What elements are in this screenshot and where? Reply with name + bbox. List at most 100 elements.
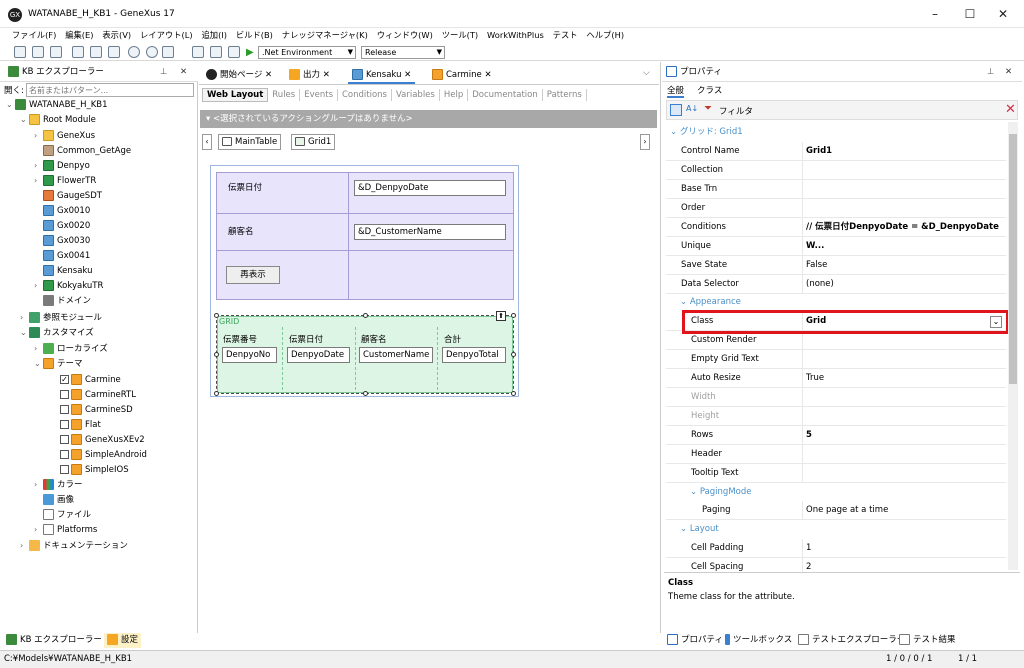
cut-icon[interactable] (72, 46, 84, 58)
resize-handle[interactable] (214, 313, 219, 318)
subtab-variables[interactable]: Variables (392, 89, 440, 101)
checkbox-icon[interactable] (60, 405, 69, 414)
prop-row-tooltip-text[interactable]: Tooltip Text (666, 464, 1006, 483)
prop-row-height[interactable]: Height (666, 407, 1006, 426)
copy-icon[interactable] (90, 46, 102, 58)
tab-start-page[interactable]: 開始ページ ✕ (202, 66, 276, 84)
breadcrumb-grid1[interactable]: Grid1 (291, 134, 336, 150)
breadcrumb-left-arrow[interactable]: ‹ (202, 134, 212, 150)
resize-handle[interactable] (511, 391, 516, 396)
categorized-icon[interactable] (670, 104, 682, 116)
tree-documentation[interactable]: › ドキュメンテーション (20, 539, 128, 553)
group-paging-mode[interactable]: ⌄ PagingMode (666, 483, 1006, 502)
action-group-bar[interactable]: ▾ <選択されているアクショングループはありません> (200, 110, 657, 128)
group-grid1[interactable]: ⌄ グリッド: Grid1 (666, 123, 1006, 142)
grid-cell-denpyototal[interactable]: DenpyoTotal (442, 347, 506, 363)
group-layout[interactable]: ⌄ Layout (666, 520, 1006, 539)
new-icon[interactable] (14, 46, 26, 58)
menu-edit[interactable]: 編集(E) (62, 28, 96, 43)
tab-carmine[interactable]: Carmine ✕ (428, 66, 496, 84)
tree-item-gx0041[interactable]: Gx0041 (43, 249, 90, 263)
grid-move-up-icon[interactable]: ⬆ (496, 311, 506, 321)
tree-theme-carminesd[interactable]: CarmineSD (60, 403, 133, 417)
tree-item-gaugesdt[interactable]: GaugeSDT (43, 189, 102, 203)
environment-select[interactable]: .Net Environment ▼ (258, 46, 356, 59)
subtab-rules[interactable]: Rules (268, 89, 301, 101)
tree-item-kokyakutr[interactable]: › KokyakuTR (34, 279, 103, 293)
subtab-events[interactable]: Events (300, 89, 338, 101)
pin-icon[interactable]: ⊥ (160, 62, 167, 82)
clear-filter-icon[interactable]: ✕ (1005, 102, 1016, 117)
tree-ref-module[interactable]: › 参照モジュール (20, 311, 102, 325)
tab-settings[interactable]: 設定 (104, 633, 142, 648)
save-icon[interactable] (50, 46, 62, 58)
minimize-button[interactable]: – (920, 4, 950, 24)
pin-icon[interactable]: ⊥ (987, 62, 994, 82)
tree-theme-carminertl[interactable]: CarmineRTL (60, 388, 136, 402)
prop-row-width[interactable]: Width (666, 388, 1006, 407)
maximize-button[interactable]: ☐ (955, 4, 985, 24)
breadcrumb-maintable[interactable]: MainTable (218, 134, 282, 150)
tab-toolbox[interactable]: ツールボックス (725, 633, 792, 648)
prop-paging[interactable]: Paging One page at a time (666, 501, 1006, 520)
tab-kensaku[interactable]: Kensaku ✕ (348, 66, 416, 84)
tab-test-results[interactable]: テスト結果 (899, 633, 956, 648)
tree-theme-simpleandroid[interactable]: SimpleAndroid (60, 448, 147, 462)
checkbox-icon[interactable] (60, 465, 69, 474)
prop-row-empty-grid-text[interactable]: Empty Grid Text (666, 350, 1006, 369)
tree-theme-flat[interactable]: Flat (60, 418, 101, 432)
checkbox-icon[interactable] (60, 390, 69, 399)
undo-icon[interactable] (128, 46, 140, 58)
prop-value[interactable]: 1 (806, 539, 811, 558)
tree-item-domain[interactable]: ドメイン (43, 294, 91, 308)
configuration-select[interactable]: Release ▼ (361, 46, 445, 59)
grid-cell-customername[interactable]: CustomerName (359, 347, 433, 363)
tree-item-denpyo[interactable]: › Denpyo (34, 159, 90, 173)
grid-cell-denpyono[interactable]: DenpyoNo (222, 347, 277, 363)
prop-row-collection[interactable]: Collection (666, 161, 1006, 180)
filter-icon[interactable]: ⏷ (704, 103, 712, 114)
cancel-build-icon[interactable] (228, 46, 240, 58)
tab-output[interactable]: 出力 ✕ (285, 66, 334, 84)
resize-handle[interactable] (511, 313, 516, 318)
tree-root[interactable]: ⌄ WATANABE_H_KB1 (6, 98, 108, 112)
tree-platforms[interactable]: › Platforms (34, 523, 97, 537)
build-icon[interactable] (192, 46, 204, 58)
kb-search-input[interactable] (26, 83, 194, 97)
prop-row-unique[interactable]: Unique (666, 237, 1006, 256)
field-d-customername[interactable]: &D_CustomerName (354, 224, 506, 240)
subtab-patterns[interactable]: Patterns (543, 89, 587, 101)
panel-close-icon[interactable]: ✕ (180, 62, 187, 82)
prop-row-order[interactable]: Order (666, 199, 1006, 218)
menu-file[interactable]: ファイル(F) (9, 28, 59, 43)
tree-item-flowertr[interactable]: › FlowerTR (34, 174, 96, 188)
prop-row-cell-padding[interactable]: Cell Padding 1 (666, 539, 1006, 558)
prop-row-save-state[interactable]: Save State False (666, 256, 1006, 275)
prop-row-header[interactable]: Header (666, 445, 1006, 464)
tree-root-module[interactable]: ⌄ Root Module (20, 113, 96, 127)
tree-item-gx0030[interactable]: Gx0030 (43, 234, 90, 248)
menu-tools[interactable]: ツール(T) (439, 28, 481, 43)
tree-images[interactable]: 画像 (43, 493, 74, 507)
tree-colors[interactable]: › カラー (34, 478, 83, 492)
tree-theme-carmine[interactable]: ✓ Carmine (60, 373, 121, 387)
tree-customize[interactable]: ⌄ カスタマイズ (20, 326, 94, 340)
scrollbar-thumb[interactable] (1009, 134, 1017, 384)
tree-item-genexus[interactable]: › GeneXus (34, 129, 95, 143)
prop-value[interactable]: One page at a time (806, 501, 888, 520)
breadcrumb-right-arrow[interactable]: › (640, 134, 650, 150)
tree-localize[interactable]: › ローカライズ (34, 342, 108, 356)
navigate-icon[interactable] (162, 46, 174, 58)
tab-test-explorer[interactable]: テストエクスプローラー (798, 633, 905, 648)
menu-workwithplus[interactable]: WorkWithPlus (484, 28, 547, 43)
tab-overflow-icon[interactable]: ⌵ (643, 68, 650, 78)
tree-theme[interactable]: ⌄ テーマ (34, 357, 83, 371)
tab-kb-explorer[interactable]: KB エクスプローラー (6, 633, 102, 648)
sort-alpha-icon[interactable]: A↓ (686, 104, 698, 113)
tree-item-kensaku[interactable]: Kensaku (43, 264, 92, 278)
resize-handle[interactable] (214, 352, 219, 357)
refresh-button[interactable]: 再表示 (226, 266, 280, 284)
menu-window[interactable]: ウィンドウ(W) (374, 28, 436, 43)
tree-item-gx0020[interactable]: Gx0020 (43, 219, 90, 233)
open-icon[interactable] (32, 46, 44, 58)
